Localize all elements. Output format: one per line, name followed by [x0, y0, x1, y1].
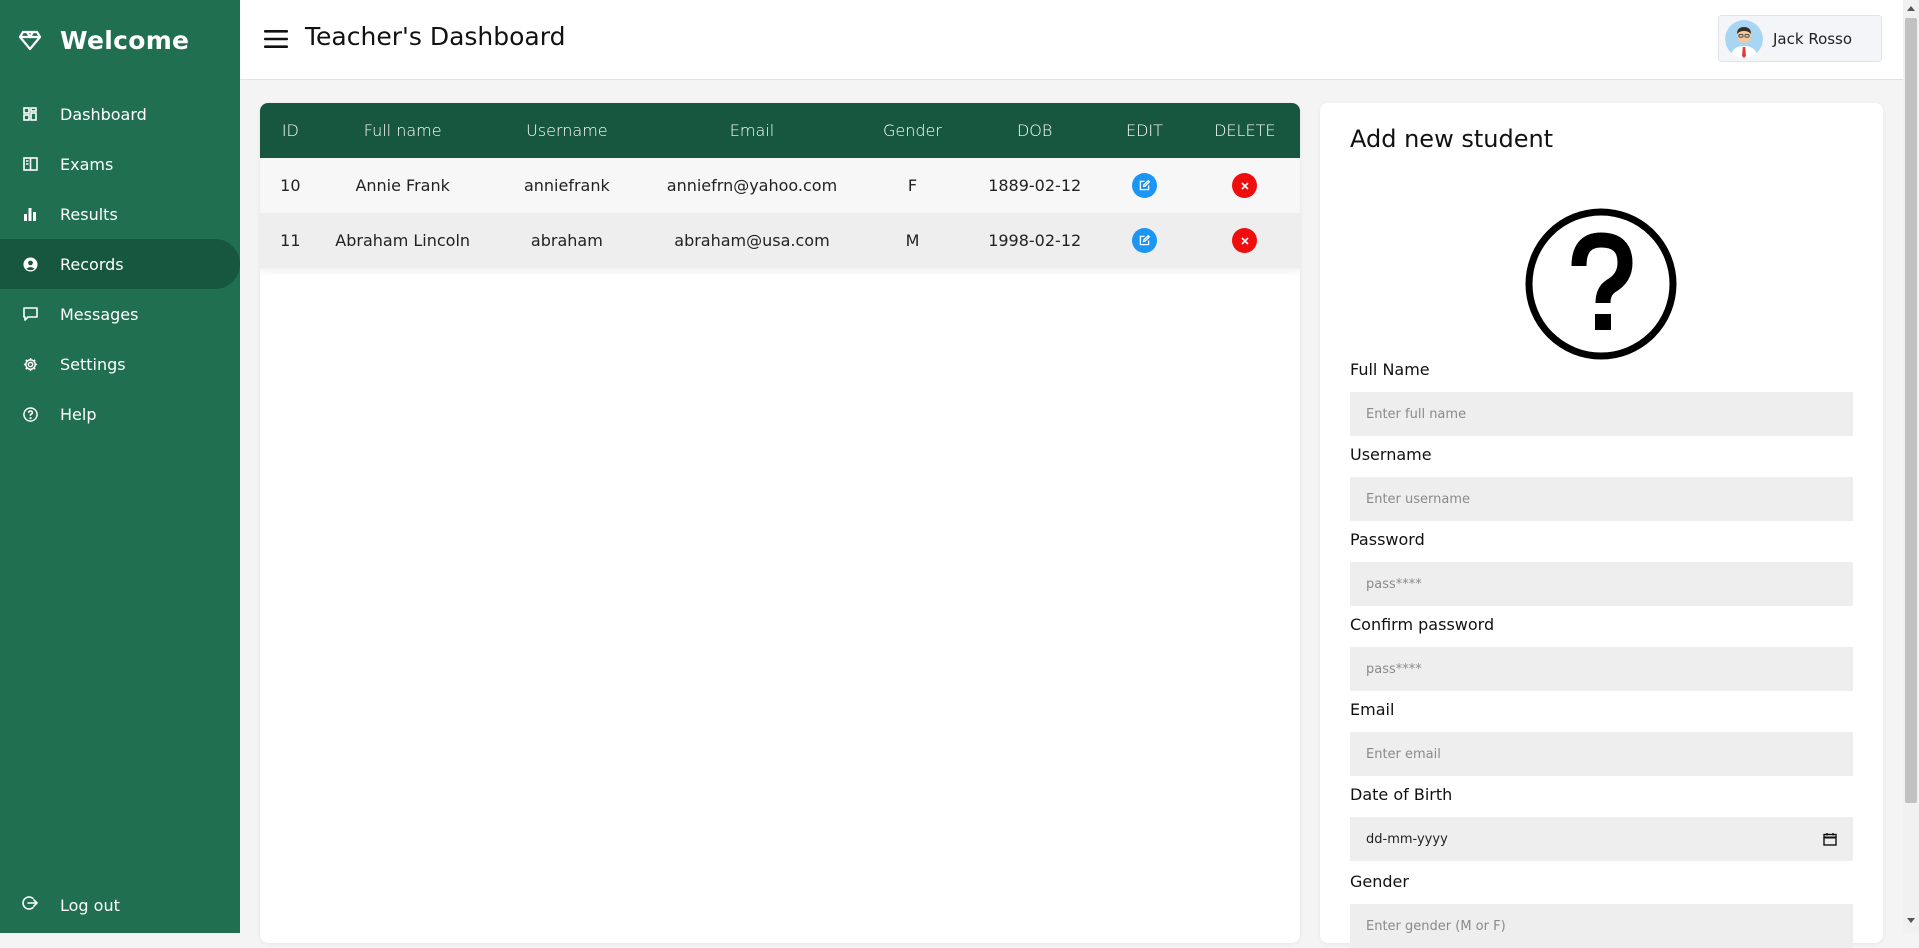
sidebar-item-dashboard[interactable]: Dashboard — [0, 89, 240, 139]
brand[interactable]: Welcome — [18, 20, 189, 60]
column-header-edit: EDIT — [1125, 121, 1163, 140]
email-input[interactable] — [1350, 732, 1853, 776]
cell-id: 11 — [280, 231, 301, 250]
top-bar: Teacher's Dashboard Jack Rosso — [240, 0, 1903, 80]
sidebar-item-label: Help — [60, 404, 97, 424]
book-icon — [22, 156, 38, 172]
cell-full-name: Annie Frank — [355, 176, 450, 195]
sidebar-item-results[interactable]: Results — [0, 189, 240, 239]
message-icon — [22, 306, 38, 322]
cell-gender: M — [905, 231, 920, 250]
delete-button[interactable] — [1232, 173, 1258, 198]
form-title: Add new student — [1350, 125, 1554, 153]
sidebar-item-help[interactable]: Help — [0, 389, 240, 439]
sidebar-item-label: Dashboard — [60, 104, 147, 124]
sidebar-item-messages[interactable]: Messages — [0, 289, 240, 339]
password-label: Password — [1350, 530, 1425, 549]
user-circle-icon — [22, 256, 38, 272]
column-header-full-name: Full name — [363, 121, 442, 140]
confirm-password-input[interactable] — [1350, 647, 1853, 691]
add-student-form: Add new student Full Name Username Passw… — [1320, 103, 1883, 948]
cell-email: abraham@usa.com — [674, 231, 830, 250]
gear-icon — [22, 356, 38, 372]
gender-label: Gender — [1350, 872, 1409, 891]
edit-icon — [1139, 235, 1150, 246]
avatar — [1725, 19, 1763, 58]
grid-icon — [22, 106, 38, 122]
cell-delete — [1190, 158, 1300, 213]
logout-icon — [22, 895, 39, 915]
help-icon — [22, 406, 38, 422]
diamond-logo-icon — [18, 28, 42, 52]
table-row: 10 Annie Frank anniefrank anniefrn@yahoo… — [260, 158, 1300, 213]
sidebar: Welcome Dashboard Exams Results Records … — [0, 0, 240, 933]
full-name-label: Full Name — [1350, 360, 1430, 379]
sidebar-item-records[interactable]: Records — [0, 239, 240, 289]
page-scrollbar[interactable] — [1903, 0, 1919, 933]
sidebar-item-label: Settings — [60, 354, 126, 374]
table-row: 11 Abraham Lincoln abraham abraham@usa.c… — [260, 213, 1300, 268]
question-mark-icon[interactable] — [1525, 208, 1677, 360]
sidebar-nav: Dashboard Exams Results Records Messages… — [0, 89, 240, 439]
students-table: ID Full name Username Email Gender DOB E… — [260, 103, 1300, 268]
cell-edit — [1099, 158, 1189, 213]
cell-dob: 1998-02-12 — [988, 231, 1082, 250]
scroll-down-arrow-icon[interactable] — [1907, 918, 1915, 923]
sidebar-item-settings[interactable]: Settings — [0, 339, 240, 389]
cell-dob: 1889-02-12 — [988, 176, 1082, 195]
page-title: Teacher's Dashboard — [305, 22, 566, 51]
email-label: Email — [1350, 700, 1395, 719]
sidebar-item-label: Messages — [60, 304, 139, 324]
column-header-id: ID — [281, 121, 299, 140]
user-name: Jack Rosso — [1773, 29, 1853, 48]
logout-label: Log out — [60, 895, 120, 915]
cell-email: anniefrn@yahoo.com — [666, 176, 838, 195]
scroll-up-arrow-icon[interactable] — [1907, 6, 1915, 11]
sidebar-item-label: Records — [60, 254, 124, 274]
calendar-icon[interactable] — [1823, 832, 1837, 846]
user-profile-chip[interactable]: Jack Rosso — [1718, 15, 1882, 62]
username-label: Username — [1350, 445, 1432, 464]
edit-button[interactable] — [1131, 173, 1157, 198]
cell-id: 10 — [280, 176, 301, 195]
cell-username: abraham — [530, 231, 603, 250]
password-input[interactable] — [1350, 562, 1853, 606]
column-header-dob: DOB — [1016, 121, 1053, 140]
gender-input[interactable] — [1350, 904, 1853, 948]
column-header-email: Email — [729, 121, 775, 140]
sidebar-item-label: Exams — [60, 154, 114, 174]
close-icon — [1241, 236, 1249, 245]
table-header-row: ID Full name Username Email Gender DOB E… — [260, 103, 1300, 158]
bar-chart-icon — [22, 206, 38, 222]
delete-button[interactable] — [1232, 228, 1258, 253]
cell-edit — [1099, 213, 1189, 268]
menu-toggle-button[interactable] — [264, 28, 288, 50]
date-placeholder: dd-mm-yyyy — [1366, 831, 1448, 847]
column-header-delete: DELETE — [1214, 121, 1276, 140]
cell-delete — [1190, 213, 1300, 268]
sidebar-item-label: Results — [60, 204, 118, 224]
column-header-username: Username — [526, 121, 608, 140]
edit-icon — [1139, 180, 1150, 191]
cell-gender: F — [907, 176, 918, 195]
column-header-gender: Gender — [883, 121, 942, 140]
cell-full-name: Abraham Lincoln — [335, 231, 471, 250]
scrollbar-thumb[interactable] — [1905, 18, 1917, 803]
sidebar-item-exams[interactable]: Exams — [0, 139, 240, 189]
confirm-password-label: Confirm password — [1350, 615, 1495, 634]
close-icon — [1241, 181, 1249, 190]
full-name-input[interactable] — [1350, 392, 1853, 436]
hamburger-icon — [264, 30, 288, 48]
brand-title: Welcome — [60, 25, 190, 55]
students-table-card: ID Full name Username Email Gender DOB E… — [260, 103, 1300, 943]
date-of-birth-label: Date of Birth — [1350, 785, 1453, 804]
date-of-birth-input[interactable]: dd-mm-yyyy — [1350, 817, 1853, 861]
logout-button[interactable]: Log out — [0, 880, 262, 930]
username-input[interactable] — [1350, 477, 1853, 521]
edit-button[interactable] — [1131, 228, 1157, 253]
cell-username: anniefrank — [523, 176, 610, 195]
